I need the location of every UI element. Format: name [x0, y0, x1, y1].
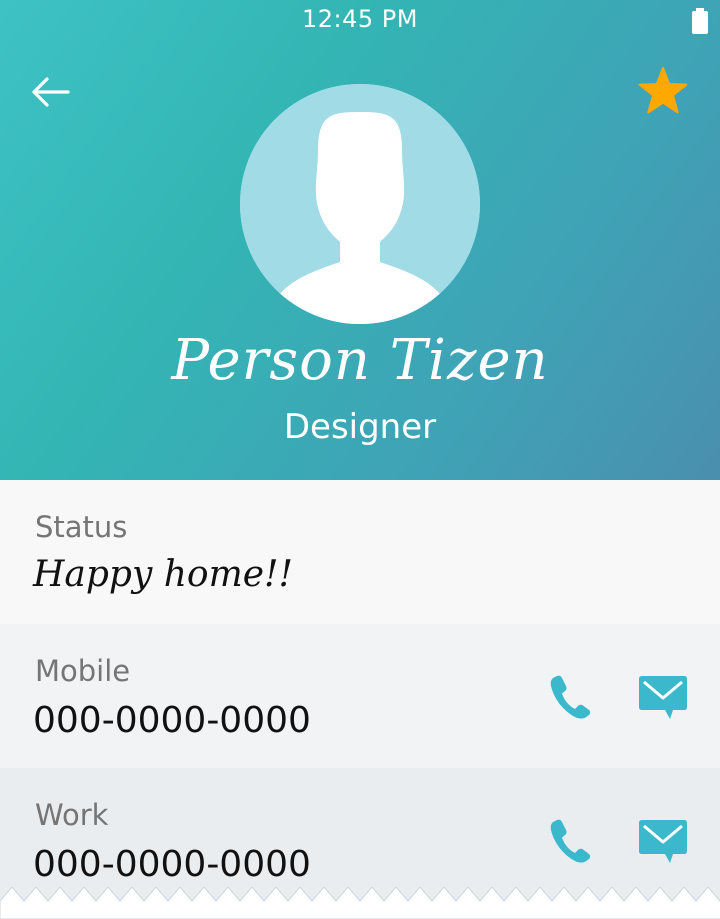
status-time: 12:45 PM [302, 5, 418, 33]
work-number: 000-0000-0000 [33, 844, 311, 885]
contact-title: Designer [283, 407, 437, 447]
star-icon [637, 66, 689, 120]
person-silhouette-icon [240, 84, 480, 324]
mobile-label: Mobile [35, 654, 131, 688]
favorite-button[interactable] [634, 64, 692, 122]
work-label: Work [35, 798, 109, 832]
mobile-row[interactable]: Mobile 000-0000-0000 [0, 624, 720, 768]
mobile-number: 000-0000-0000 [33, 700, 311, 741]
status-label: Status [35, 510, 128, 544]
phone-icon [548, 673, 592, 723]
back-button[interactable] [24, 68, 76, 120]
contact-name: Person Tizen [171, 328, 549, 393]
torn-edge-divider [0, 887, 720, 919]
phone-icon [548, 817, 592, 867]
message-mobile-button[interactable] [634, 672, 692, 726]
avatar [240, 84, 480, 324]
message-work-button[interactable] [634, 816, 692, 870]
status-bar: 12:45 PM [0, 0, 720, 40]
call-mobile-button[interactable] [542, 670, 598, 726]
contact-header: 12:45 PM Person Tizen Designer [0, 0, 720, 480]
message-icon [638, 673, 688, 725]
status-row: Status Happy home!! [0, 480, 720, 624]
battery-icon [690, 8, 710, 34]
status-value: Happy home!! [33, 554, 293, 595]
message-icon [638, 817, 688, 869]
call-work-button[interactable] [542, 814, 598, 870]
arrow-left-icon [30, 76, 70, 112]
